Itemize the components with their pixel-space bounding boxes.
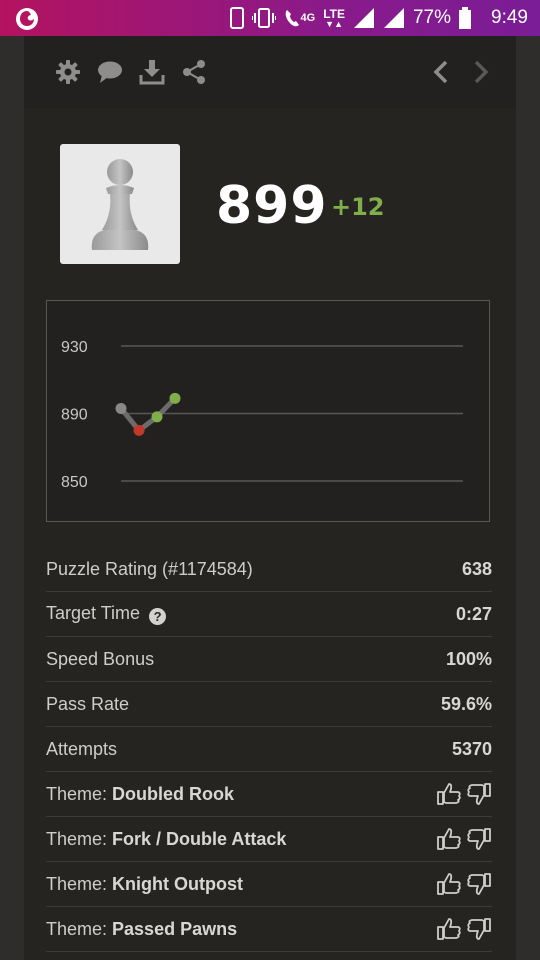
stat-row-pass-rate: Pass Rate 59.6% (46, 682, 492, 727)
share-icon[interactable] (180, 58, 208, 86)
stat-label: Speed Bonus (46, 648, 155, 669)
call-icon (285, 10, 299, 27)
data-point[interactable] (151, 411, 163, 423)
stat-value: 59.6% (440, 693, 492, 714)
data-point[interactable] (115, 402, 127, 414)
rating-chart-svg: 930 890 850 (61, 339, 463, 491)
stat-row-attempts: Attempts 5370 (46, 727, 492, 772)
y-tick-label: 930 (61, 339, 88, 356)
rating-delta: +12 (331, 193, 385, 221)
signal-icon-2 (383, 8, 404, 28)
help-icon[interactable]: ? (149, 608, 167, 625)
theme-row: Theme: Doubled Rook (46, 772, 492, 817)
pawn-avatar (60, 144, 180, 264)
theme-name: Doubled Rook (112, 783, 235, 804)
phone-icon (229, 7, 244, 29)
thumbs-down-icon[interactable] (466, 871, 492, 897)
stat-value: 5370 (451, 738, 492, 759)
stat-label: Pass Rate (46, 693, 130, 714)
theme-name: Passed Pawns (112, 918, 238, 939)
thumbs-up-icon[interactable] (436, 781, 462, 807)
lte-label: LTE (323, 6, 345, 21)
stat-label: Target Time (46, 603, 141, 623)
stat-row-puzzle-rating: Puzzle Rating (#1174584) 638 (46, 547, 492, 592)
stat-row-speed-bonus: Speed Bonus 100% (46, 637, 492, 682)
thumbs-down-icon[interactable] (466, 916, 492, 942)
toolbar (24, 36, 516, 108)
theme-prefix: Theme: (46, 918, 113, 939)
download-icon[interactable] (138, 58, 166, 86)
pawn-icon (91, 159, 149, 250)
theme-row: Theme: Passed Pawns (46, 907, 492, 952)
theme-prefix: Theme: (46, 873, 113, 894)
thumbs-up-icon[interactable] (436, 871, 462, 897)
stat-row-target-time: Target Time? 0:27 (46, 592, 492, 637)
puzzle-stats: Puzzle Rating (#1174584) 638 Target Time… (46, 547, 492, 952)
clock: 9:49 (491, 7, 528, 28)
stat-label: Puzzle Rating (#1174584) (46, 558, 253, 579)
stat-value: 0:27 (455, 603, 492, 624)
theme-name: Fork / Double Attack (112, 828, 287, 849)
firefox-icon (14, 6, 40, 32)
stat-value: 100% (445, 648, 492, 669)
stat-label: Attempts (46, 738, 118, 759)
chevron-right-icon[interactable] (466, 58, 494, 86)
thumbs-down-icon[interactable] (466, 781, 492, 807)
network-type: 4G (300, 11, 316, 24)
battery-percent: 77% (412, 7, 452, 28)
chat-icon[interactable] (96, 58, 124, 86)
y-tick-label: 890 (61, 407, 88, 424)
vibrate-icon (251, 8, 276, 28)
theme-prefix: Theme: (46, 783, 113, 804)
battery-icon (459, 7, 472, 29)
thumbs-up-icon[interactable] (436, 826, 462, 852)
theme-row: Theme: Fork / Double Attack (46, 817, 492, 862)
puzzle-panel: 899 +12 930 890 850 Puzzle Rating (#117458… (24, 36, 516, 960)
gear-icon[interactable] (54, 58, 82, 86)
data-point[interactable] (169, 392, 181, 404)
stat-value: 638 (461, 558, 492, 579)
thumbs-up-icon[interactable] (436, 916, 462, 942)
theme-row: Theme: Knight Outpost (46, 862, 492, 907)
lte-indicator: LTE ▼▲ (323, 6, 345, 29)
theme-prefix: Theme: (46, 828, 113, 849)
player-rating: 899 (216, 176, 328, 236)
data-point[interactable] (133, 424, 145, 436)
rating-chart: 930 890 850 (46, 300, 490, 522)
thumbs-down-icon[interactable] (466, 826, 492, 852)
status-bar: 4G LTE ▼▲ 77% 9:49 (0, 0, 540, 36)
signal-icon-1 (353, 8, 374, 28)
y-tick-label: 850 (61, 474, 88, 491)
chevron-left-icon[interactable] (428, 58, 456, 86)
theme-name: Knight Outpost (112, 873, 243, 894)
